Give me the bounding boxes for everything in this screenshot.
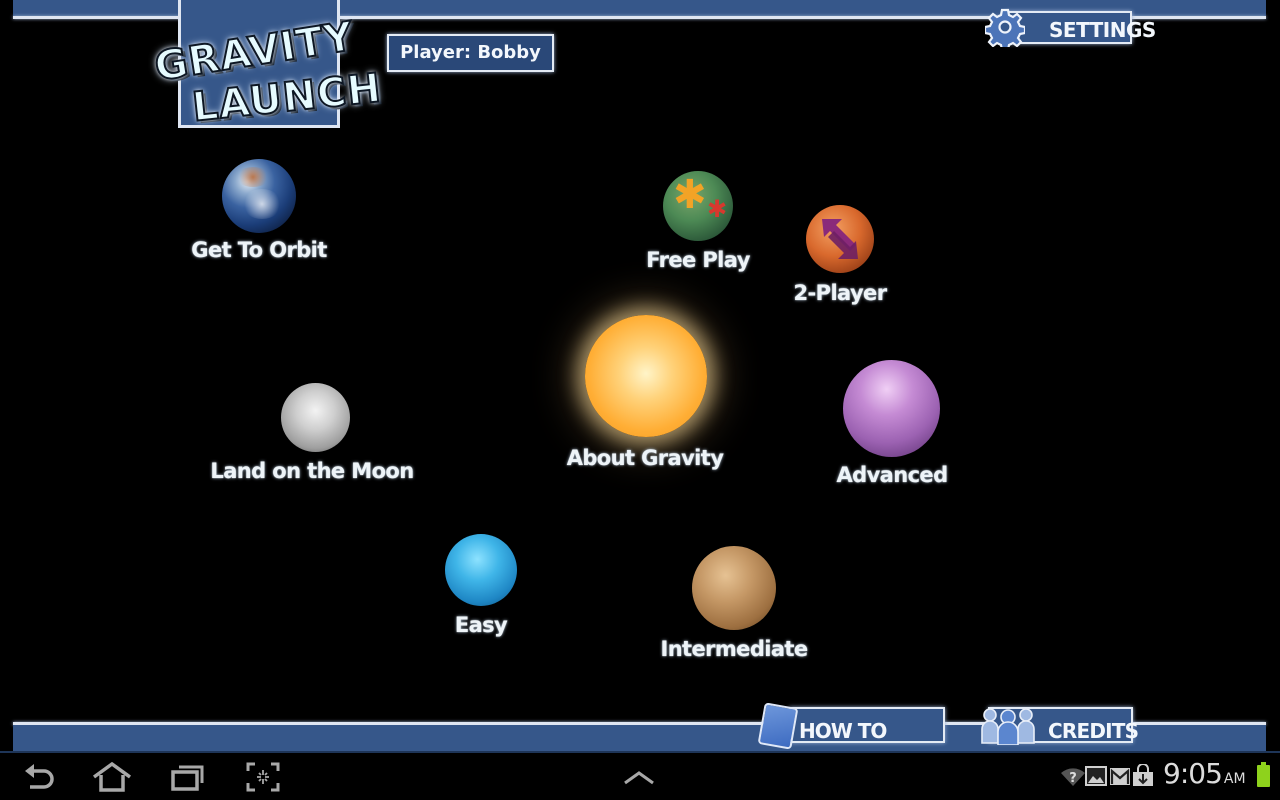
gmail-icon	[1110, 768, 1130, 785]
how-to-play-button[interactable]: HOW TO PLAY	[757, 702, 945, 779]
intermediate-planet[interactable]	[692, 546, 776, 630]
wifi-unknown-icon: ?	[1061, 768, 1085, 786]
settings-button[interactable]: SETTINGS	[985, 8, 1156, 47]
gear-icon	[985, 8, 1025, 47]
get-to-orbit-planet[interactable]	[222, 159, 296, 233]
clock-ampm: AM	[1223, 771, 1246, 787]
two-player-planet[interactable]	[806, 205, 874, 273]
back-icon[interactable]	[22, 761, 56, 793]
land-on-moon-label[interactable]: Land on the Moon	[210, 459, 414, 483]
recent-apps-icon[interactable]	[170, 761, 206, 793]
two-player-label[interactable]: 2-Player	[794, 281, 888, 305]
home-icon[interactable]	[92, 761, 132, 793]
land-on-moon-planet[interactable]	[281, 383, 350, 452]
game-logo: GRAVITY LAUNCH	[148, 13, 385, 136]
advanced-planet[interactable]	[843, 360, 940, 457]
how-to-play-frame: HOW TO PLAY	[789, 707, 945, 779]
credits-label: CREDITS	[1048, 719, 1139, 743]
svg-text:?: ?	[1069, 771, 1077, 786]
player-badge[interactable]: Player: Bobby	[387, 34, 554, 72]
free-play-label[interactable]: Free Play	[646, 248, 750, 272]
get-to-orbit-label[interactable]: Get To Orbit	[191, 238, 327, 262]
people-icon	[981, 708, 1035, 745]
clock-time: 9:05	[1163, 757, 1223, 790]
easy-planet[interactable]	[445, 534, 517, 606]
download-icon	[1133, 764, 1153, 786]
tablet-icon	[757, 702, 799, 750]
credits-button[interactable]: CREDITS	[980, 703, 1139, 747]
chevron-up-icon[interactable]	[622, 761, 656, 793]
status-clock: 9:05 AM	[1163, 757, 1246, 790]
advanced-label[interactable]: Advanced	[836, 463, 948, 487]
swap-arrows-icon	[822, 219, 858, 259]
settings-label: SETTINGS	[1049, 18, 1156, 42]
easy-label[interactable]: Easy	[455, 613, 508, 637]
gallery-icon	[1085, 766, 1107, 786]
about-gravity-label[interactable]: About Gravity	[567, 446, 724, 470]
intermediate-label[interactable]: Intermediate	[660, 637, 808, 661]
free-play-planet[interactable]	[663, 171, 733, 241]
screenshot-icon[interactable]	[246, 761, 280, 793]
about-gravity-sun[interactable]	[585, 315, 707, 437]
battery-icon	[1257, 762, 1270, 787]
